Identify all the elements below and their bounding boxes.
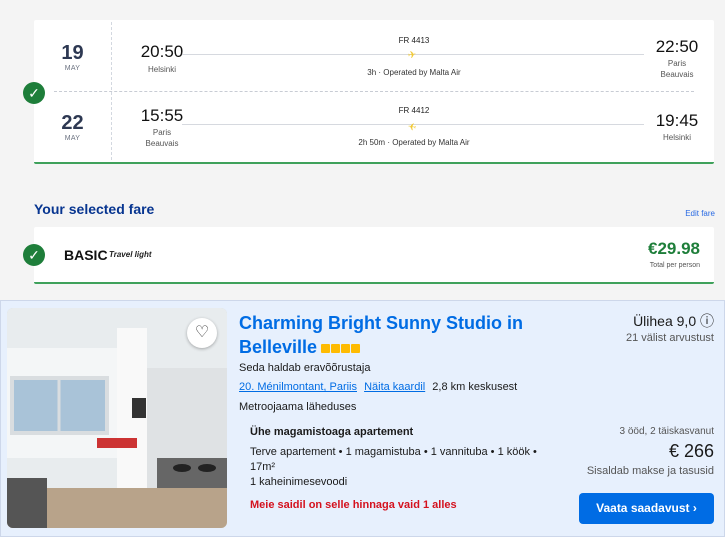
day: 19: [61, 42, 84, 64]
fare-per-person: Total per person: [649, 262, 700, 269]
departure-time: 15:55: [140, 106, 184, 125]
chevron-right-icon: ›: [692, 501, 697, 515]
stay-info: 3 ööd, 2 täiskasvanut: [619, 426, 714, 437]
check-icon: ✓: [23, 82, 45, 104]
bed-info: 1 kaheinimesevoodi: [250, 476, 348, 488]
star-icon: [331, 344, 341, 353]
selected-fare-heading: Your selected fare: [34, 201, 155, 217]
departure-city: Paris Beauvais: [145, 128, 179, 148]
apartment-details: Terve apartement • 1 magamistuba • 1 van…: [250, 445, 550, 490]
flight-info: 2h 50m · Operated by Malta Air: [358, 138, 470, 147]
departure-time: 20:50: [140, 42, 184, 61]
star-icon: [341, 344, 351, 353]
distance: 2,8 km keskusest: [432, 381, 518, 393]
location-link[interactable]: 20. Ménilmontant, Pariis: [239, 381, 357, 393]
check-icon: ✓: [23, 244, 45, 266]
date-box: 19 MAY: [34, 22, 112, 90]
arrival-time: 19:45: [655, 111, 699, 130]
plane-icon: ✈: [407, 49, 418, 62]
location-row: 20. Ménilmontant, Pariis Näita kaardil 2…: [239, 381, 517, 393]
flight-info: 3h · Operated by Malta Air: [367, 68, 461, 77]
hotel-name[interactable]: Charming Bright Sunny Studio in Bellevil…: [239, 311, 569, 359]
departure-city: Helsinki: [147, 65, 176, 74]
return-leg: 22 MAY 15:55 Paris Beauvais FR 4412 ✈ 2h …: [34, 92, 714, 162]
plane-icon: ✈: [407, 119, 418, 132]
favorite-heart-icon[interactable]: ♡: [187, 318, 217, 348]
hotel-name-text[interactable]: Charming Bright Sunny Studio in Bellevil…: [239, 313, 523, 357]
button-label: Vaata saadavust: [596, 501, 690, 515]
outbound-leg: 19 MAY 20:50 Helsinki FR 4413 ✈ 3h · Oper…: [34, 22, 714, 92]
star-icon: [321, 344, 331, 353]
show-on-map-link[interactable]: Näita kaardil: [364, 381, 425, 393]
arrival-time: 22:50: [655, 37, 699, 56]
review-count: 21 välist arvustust: [625, 332, 714, 344]
availability-warning: Meie saidil on selle hinnaga vaid 1 alle…: [250, 499, 457, 511]
fare-card: BASIC Travel light €29.98 Total per pers…: [34, 227, 714, 284]
month: MAY: [64, 65, 81, 72]
taxes-note: Sisaldab makse ja tasusid: [586, 465, 714, 477]
fare-name: BASIC: [64, 247, 108, 263]
fare-tag: Travel light: [109, 250, 152, 259]
hotel-card[interactable]: ♡ Charming Bright Sunny Studio in Bellev…: [0, 300, 725, 537]
arrival-city: Paris Beauvais: [660, 59, 694, 79]
review-score-text: Ülihea 9,0: [633, 313, 697, 329]
star-icon: [351, 344, 361, 353]
day: 22: [61, 112, 84, 134]
flight-summary-card: 19 MAY 20:50 Helsinki FR 4413 ✈ 3h · Oper…: [34, 20, 714, 164]
arrival-city: Helsinki: [662, 133, 691, 142]
edit-fare-link[interactable]: Edit fare: [685, 209, 715, 218]
managed-by: Seda haldab eravõõrustaja: [239, 362, 371, 374]
month: MAY: [64, 135, 81, 142]
flight-number: FR 4413: [398, 36, 430, 45]
fare-price: €29.98: [648, 239, 700, 258]
hotel-photo[interactable]: ♡: [7, 308, 227, 528]
review-score: Ülihea 9,0 ⓘ: [633, 311, 714, 331]
see-availability-button[interactable]: Vaata saadavust ›: [579, 493, 714, 524]
apartment-description: Terve apartement • 1 magamistuba • 1 van…: [250, 446, 537, 473]
date-box: 22 MAY: [34, 92, 112, 160]
info-icon[interactable]: ⓘ: [700, 313, 714, 329]
metro-info: Metroojaama läheduses: [239, 401, 357, 413]
flight-number: FR 4412: [398, 106, 430, 115]
hotel-price: € 266: [668, 441, 714, 461]
apartment-title: Ühe magamistoaga apartement: [250, 426, 414, 438]
rating-stars: [321, 335, 361, 359]
